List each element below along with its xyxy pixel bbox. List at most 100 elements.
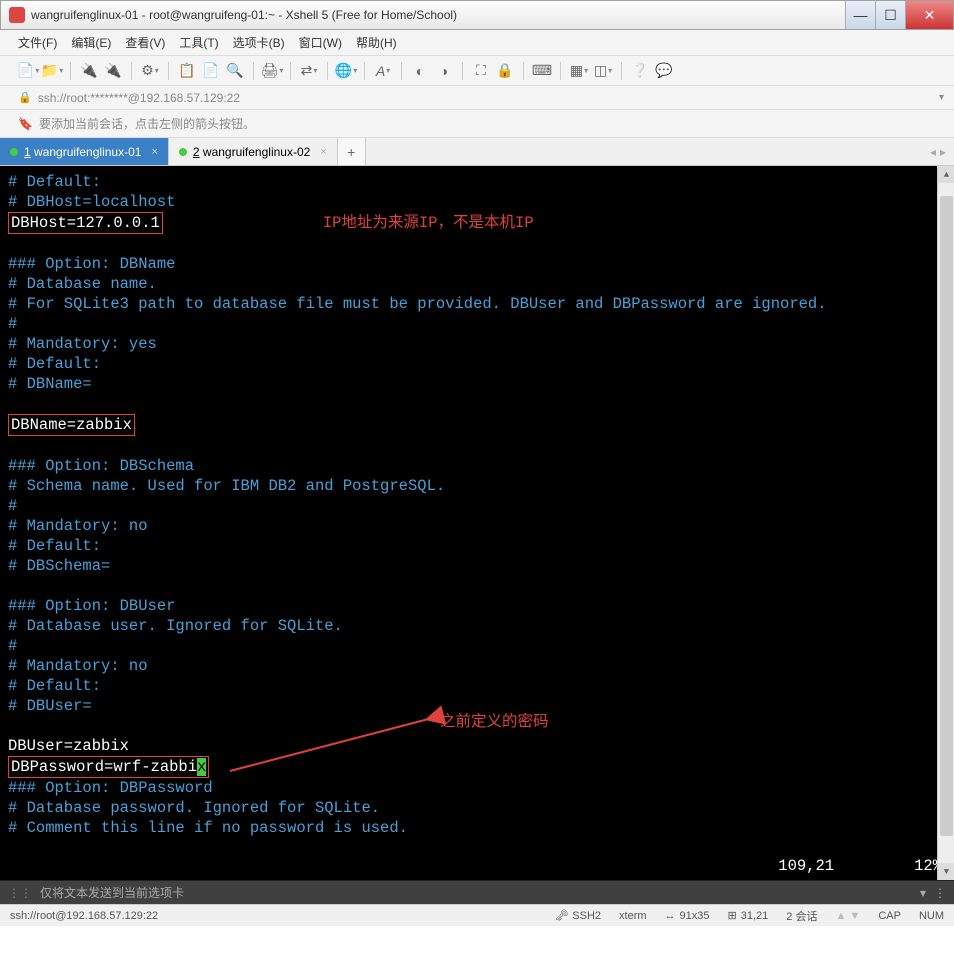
tab-label: 1 wangruifenglinux-01: [24, 145, 141, 159]
menu-tab[interactable]: 选项卡(B): [233, 34, 285, 51]
status-size: ↔ 91x35: [665, 910, 710, 922]
color2-icon[interactable]: ◑: [434, 61, 454, 81]
globe-icon[interactable]: 🌐: [336, 61, 356, 81]
tab-prev-icon[interactable]: ◂: [930, 145, 936, 159]
term-line: # Schema name. Used for IBM DB2 and Post…: [8, 476, 946, 496]
term-line: # Mandatory: no: [8, 656, 946, 676]
status-cap: CAP: [878, 910, 901, 922]
minimize-button[interactable]: —: [845, 1, 875, 29]
term-line: # For SQLite3 path to database file must…: [8, 294, 946, 314]
term-line: # Default:: [8, 676, 946, 696]
status-address: ssh://root@192.168.57.129:22: [10, 910, 536, 922]
term-line-dbname: DBName=zabbix: [8, 414, 135, 436]
compose-dropdown-icon[interactable]: ▾: [920, 886, 926, 900]
paste-icon[interactable]: 📄: [201, 61, 221, 81]
term-line: # DBSchema=: [8, 556, 946, 576]
hint-bar: 🔖 要添加当前会话，点击左侧的箭头按钮。: [0, 110, 954, 138]
menu-file[interactable]: 文件(F): [18, 34, 57, 51]
term-line: # Default:: [8, 354, 946, 374]
lock-small-icon: 🔒: [18, 91, 32, 104]
print-icon[interactable]: 🖨: [262, 61, 282, 81]
toolbar: 📄 📁 🔌 🔌 ⚙ 📋 📄 🔍 🖨 ⇄ 🌐 A ◐ ◑ ⛶ 🔒 ⌨ ▦ ◫ ❔ …: [0, 56, 954, 86]
menu-tools[interactable]: 工具(T): [179, 34, 218, 51]
terminal-status: 109,21 12%: [778, 856, 942, 876]
compose-bar: ⋮⋮ 仅将文本发送到当前选项卡 ▾ ⋮: [0, 880, 954, 904]
window-title: wangruifenglinux-01 - root@wangruifeng-0…: [31, 8, 845, 22]
tab-add-button[interactable]: +: [338, 138, 366, 165]
scroll-thumb[interactable]: [940, 196, 953, 836]
term-line: #: [8, 314, 946, 334]
fullscreen-icon[interactable]: ⛶: [471, 61, 491, 81]
term-line: # DBHost=localhost: [8, 192, 946, 212]
cursor-position: 109,21: [778, 856, 834, 876]
menu-edit[interactable]: 编辑(E): [71, 34, 111, 51]
term-line-dbhost: DBHost=127.0.0.1: [8, 212, 163, 234]
window-titlebar: wangruifenglinux-01 - root@wangruifeng-0…: [0, 0, 954, 30]
menu-window[interactable]: 窗口(W): [299, 34, 342, 51]
terminal-scrollbar[interactable]: ▲ ▼: [937, 166, 954, 880]
term-line: # Comment this line if no password is us…: [8, 818, 946, 838]
compose-placeholder[interactable]: 仅将文本发送到当前选项卡: [40, 884, 184, 901]
annotation-ip: IP地址为来源IP，不是本机IP: [323, 214, 534, 232]
term-line: #: [8, 496, 946, 516]
close-button[interactable]: ✕: [905, 1, 953, 29]
color1-icon[interactable]: ◐: [410, 61, 430, 81]
keyboard-icon[interactable]: ⌨: [532, 61, 552, 81]
term-line: # Database name.: [8, 274, 946, 294]
term-line: # Default:: [8, 536, 946, 556]
terminal-cursor: x: [197, 758, 206, 776]
tile-icon[interactable]: ◫: [593, 61, 613, 81]
term-line: # Database password. Ignored for SQLite.: [8, 798, 946, 818]
properties-icon[interactable]: ⚙: [140, 61, 160, 81]
reconnect-icon[interactable]: 🔌: [79, 61, 99, 81]
term-line: ### Option: DBPassword: [8, 778, 946, 798]
scroll-down-icon[interactable]: ▼: [938, 863, 954, 880]
terminal-pane[interactable]: # Default: # DBHost=localhost DBHost=127…: [0, 166, 954, 880]
term-line: #: [8, 636, 946, 656]
term-line: # Default:: [8, 172, 946, 192]
status-updown-icon: ▲ ▼: [835, 910, 860, 922]
app-icon: [9, 7, 25, 23]
chat-icon[interactable]: 💬: [654, 61, 674, 81]
maximize-button[interactable]: ☐: [875, 1, 905, 29]
status-num: NUM: [919, 910, 944, 922]
address-dropdown-icon[interactable]: ▾: [939, 92, 944, 103]
term-line-dbuser: DBUser=zabbix: [8, 736, 946, 756]
menu-bar: 文件(F) 编辑(E) 查看(V) 工具(T) 选项卡(B) 窗口(W) 帮助(…: [0, 30, 954, 56]
copy-icon[interactable]: 📋: [177, 61, 197, 81]
term-line: # Mandatory: no: [8, 516, 946, 536]
new-session-icon[interactable]: 📄: [18, 61, 38, 81]
address-bar: 🔒 ssh://root:********@192.168.57.129:22 …: [0, 86, 954, 110]
open-icon[interactable]: 📁: [42, 61, 62, 81]
status-cursor: ⊞ 31,21: [728, 909, 769, 922]
tab-next-icon[interactable]: ▸: [940, 145, 946, 159]
menu-view[interactable]: 查看(V): [125, 34, 165, 51]
lock-icon[interactable]: 🔒: [495, 61, 515, 81]
layout-icon[interactable]: ▦: [569, 61, 589, 81]
font-icon[interactable]: A: [373, 61, 393, 81]
tab-close-icon[interactable]: ×: [151, 146, 157, 158]
term-line: # Database user. Ignored for SQLite.: [8, 616, 946, 636]
bookmark-icon[interactable]: 🔖: [18, 117, 33, 131]
tab-session-2[interactable]: 2 wangruifenglinux-02 ×: [169, 138, 338, 165]
status-dot-icon: [10, 148, 18, 156]
find-icon[interactable]: 🔍: [225, 61, 245, 81]
term-line: ### Option: DBSchema: [8, 456, 946, 476]
help-icon[interactable]: ❔: [630, 61, 650, 81]
transfer-icon[interactable]: ⇄: [299, 61, 319, 81]
tab-close-icon[interactable]: ×: [320, 146, 326, 158]
compose-menu-icon[interactable]: ⋮: [934, 886, 946, 900]
term-line: # Mandatory: yes: [8, 334, 946, 354]
tab-label: 2 wangruifenglinux-02: [193, 145, 310, 159]
address-text[interactable]: ssh://root:********@192.168.57.129:22: [38, 91, 240, 105]
session-tabs: 1 wangruifenglinux-01 × 2 wangruifenglin…: [0, 138, 954, 166]
term-line: # DBName=: [8, 374, 946, 394]
scroll-up-icon[interactable]: ▲: [938, 166, 954, 183]
menu-help[interactable]: 帮助(H): [356, 34, 397, 51]
term-line: ### Option: DBName: [8, 254, 946, 274]
tab-session-1[interactable]: 1 wangruifenglinux-01 ×: [0, 138, 169, 165]
status-dot-icon: [179, 148, 187, 156]
status-term: xterm: [619, 910, 647, 922]
disconnect-icon[interactable]: 🔌: [103, 61, 123, 81]
term-line-dbpassword: DBPassword=wrf-zabbi: [11, 758, 197, 776]
